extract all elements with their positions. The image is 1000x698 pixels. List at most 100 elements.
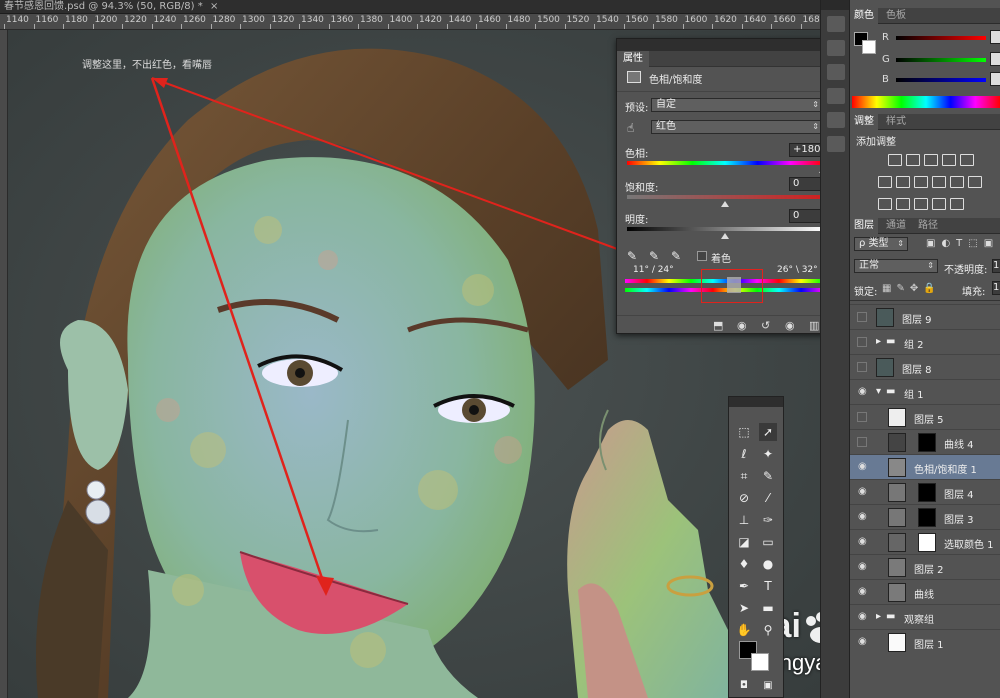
visibility-toggle[interactable]: [857, 337, 867, 347]
group-disclosure-icon[interactable]: ▸: [876, 336, 881, 347]
invert-icon[interactable]: [878, 198, 892, 210]
colorize-checkbox[interactable]: [697, 251, 707, 261]
layer-row[interactable]: ◉ ▾ ▬ 组 1: [850, 379, 1000, 404]
eyedropper-icon[interactable]: ✎: [627, 249, 637, 263]
layer-row[interactable]: ◉ 曲线: [850, 579, 1000, 604]
view-previous-icon[interactable]: ◉: [737, 319, 747, 332]
lightness-input[interactable]: 0: [789, 209, 823, 223]
brush-preset-icon[interactable]: [827, 64, 845, 80]
layer-row[interactable]: ◉ 色相/饱和度 1: [850, 454, 1000, 479]
r-value[interactable]: 0: [990, 30, 1000, 44]
visibility-toggle[interactable]: [857, 412, 867, 422]
zoom-tool-icon[interactable]: ⚲: [759, 621, 777, 639]
layer-row[interactable]: 图层 8: [850, 354, 1000, 379]
layer-row[interactable]: ◉ 图层 1: [850, 629, 1000, 654]
tab-channels[interactable]: 通道: [882, 218, 910, 234]
g-slider[interactable]: [896, 58, 986, 62]
healing-tool-icon[interactable]: ⊘: [735, 489, 753, 507]
layer-row[interactable]: ▸ ▬ 组 2: [850, 329, 1000, 354]
pen-tool-icon[interactable]: ✒: [735, 577, 753, 595]
color-balance-icon[interactable]: [896, 176, 910, 188]
levels-icon[interactable]: [906, 154, 920, 166]
vibrance-icon[interactable]: [960, 154, 974, 166]
tab-swatches[interactable]: 色板: [882, 8, 910, 24]
background-color-swatch[interactable]: [751, 653, 769, 671]
lock-icons[interactable]: ▦✎✥🔒: [882, 283, 941, 294]
layer-row[interactable]: 图层 5: [850, 404, 1000, 429]
threshold-icon[interactable]: [914, 198, 928, 210]
properties-titlebar[interactable]: « ×: [617, 38, 837, 51]
hue-input[interactable]: +180: [789, 143, 823, 157]
layer-mask-thumbnail[interactable]: [918, 433, 936, 452]
eye-icon[interactable]: ◉: [858, 637, 868, 647]
actions-icon[interactable]: [827, 136, 845, 152]
eyedropper-plus-icon[interactable]: ✎: [649, 249, 659, 263]
bg-color-chip[interactable]: [862, 40, 876, 54]
eye-icon[interactable]: ◉: [858, 612, 868, 622]
layer-row[interactable]: ◉ 图层 4: [850, 479, 1000, 504]
character-icon[interactable]: [827, 88, 845, 104]
fill-input[interactable]: 10: [992, 281, 1000, 295]
selective-color-icon[interactable]: [950, 198, 964, 210]
lightness-slider-thumb[interactable]: [721, 233, 729, 239]
eye-icon[interactable]: ◉: [858, 587, 868, 597]
eye-icon[interactable]: ◉: [858, 512, 868, 522]
eyedropper-minus-icon[interactable]: ✎: [671, 249, 681, 263]
eyedropper-tool-icon[interactable]: ✎: [759, 467, 777, 485]
layer-row[interactable]: 曲线 4: [850, 429, 1000, 454]
hue-sat-icon[interactable]: [878, 176, 892, 188]
shape-tool-icon[interactable]: ▬: [759, 599, 777, 617]
eye-icon[interactable]: ◉: [858, 462, 868, 472]
channel-mixer-icon[interactable]: [950, 176, 964, 188]
hue-slider-track[interactable]: [627, 161, 823, 165]
eye-icon[interactable]: ◉: [858, 387, 868, 397]
color-spectrum[interactable]: [852, 96, 1000, 108]
quick-mask-icon[interactable]: ◘: [735, 677, 753, 695]
visibility-icon[interactable]: ◉: [785, 319, 795, 332]
move-tool-icon[interactable]: ➚: [759, 423, 777, 441]
brush-tool-icon[interactable]: ⁄: [759, 489, 777, 507]
lasso-tool-icon[interactable]: ℓ: [735, 445, 753, 463]
visibility-toggle[interactable]: [857, 312, 867, 322]
black-white-icon[interactable]: [914, 176, 928, 188]
visibility-toggle[interactable]: [857, 437, 867, 447]
hand-tool-icon[interactable]: ✋: [735, 621, 753, 639]
eye-icon[interactable]: ◉: [858, 487, 868, 497]
eraser-tool-icon[interactable]: ◪: [735, 533, 753, 551]
b-slider[interactable]: [896, 78, 986, 82]
paragraph-icon[interactable]: [827, 112, 845, 128]
stamp-tool-icon[interactable]: ⊥: [735, 511, 753, 529]
close-tab-icon[interactable]: ×: [210, 1, 218, 12]
group-disclosure-icon[interactable]: ▸: [876, 611, 881, 622]
swatch-icon[interactable]: [827, 40, 845, 56]
magic-wand-icon[interactable]: ✦: [759, 445, 777, 463]
layer-mask-thumbnail[interactable]: [918, 508, 936, 527]
layer-row[interactable]: ◉ 图层 3: [850, 504, 1000, 529]
layer-row[interactable]: 图层 9: [850, 304, 1000, 329]
reset-icon[interactable]: ↺: [761, 319, 770, 332]
r-slider[interactable]: [896, 36, 986, 40]
crop-tool-icon[interactable]: ⌗: [735, 467, 753, 485]
eye-icon[interactable]: ◉: [858, 562, 868, 572]
blend-mode-select[interactable]: 正常 ⇕: [854, 259, 938, 273]
saturation-slider-thumb[interactable]: [721, 201, 729, 207]
tab-paths[interactable]: 路径: [914, 218, 942, 234]
path-select-icon[interactable]: ➤: [735, 599, 753, 617]
tab-color[interactable]: 颜色: [850, 8, 878, 24]
gradient-tool-icon[interactable]: ▭: [759, 533, 777, 551]
saturation-input[interactable]: 0: [789, 177, 823, 191]
trash-icon[interactable]: ▥: [809, 319, 819, 332]
history-icon[interactable]: [827, 16, 845, 32]
screen-mode-icon[interactable]: ▣: [759, 677, 777, 695]
color-lookup-icon[interactable]: [968, 176, 982, 188]
eye-icon[interactable]: ◉: [858, 537, 868, 547]
brightness-icon[interactable]: [888, 154, 902, 166]
type-tool-icon[interactable]: T: [759, 577, 777, 595]
layer-mask-thumbnail[interactable]: [918, 533, 936, 552]
photo-filter-icon[interactable]: [932, 176, 946, 188]
g-value[interactable]: 0: [990, 52, 1000, 66]
posterize-icon[interactable]: [896, 198, 910, 210]
gradient-map-icon[interactable]: [932, 198, 946, 210]
layer-row[interactable]: ◉ 选取颜色 1: [850, 529, 1000, 554]
b-value[interactable]: 0: [990, 72, 1000, 86]
